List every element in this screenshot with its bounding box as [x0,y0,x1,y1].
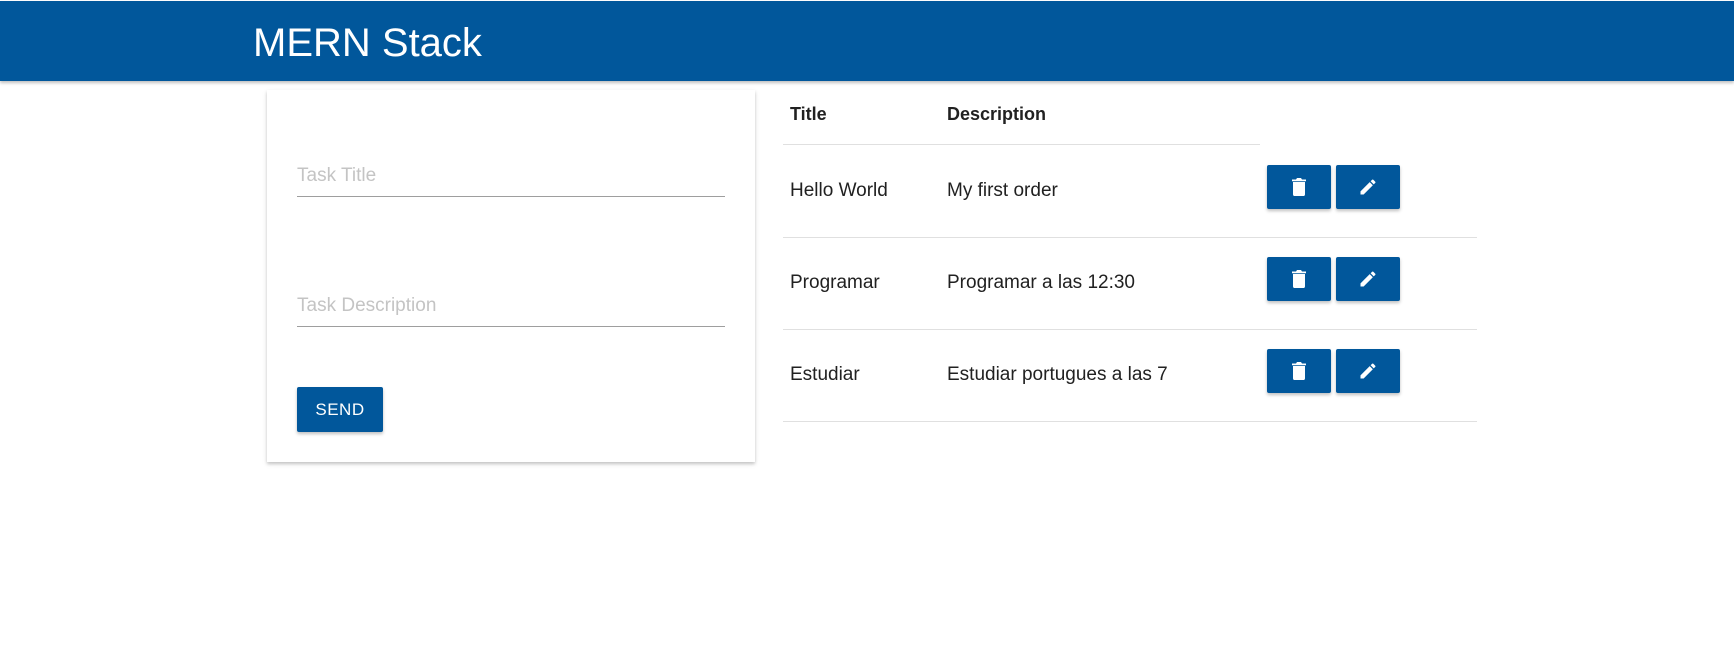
task-title-input[interactable] [297,156,725,197]
delete-task-button[interactable] [1267,257,1331,301]
pencil-icon [1360,271,1376,287]
task-title-cell: Estudiar [790,364,860,385]
column-header-description: Description [947,104,1047,124]
task-description-cell: Estudiar portugues a las 7 [947,364,1168,385]
trash-icon [1292,362,1306,380]
table-row: Hello World My first order [783,145,1477,238]
edit-task-button[interactable] [1336,257,1400,301]
task-title-cell: Programar [790,272,880,293]
task-description-input[interactable] [297,286,725,327]
trash-icon [1292,178,1306,196]
edit-task-button[interactable] [1336,349,1400,393]
column-header-title: Title [790,104,827,124]
brand-logo-text[interactable]: MERN Stack [253,19,482,67]
task-description-cell: Programar a las 12:30 [947,272,1135,293]
delete-task-button[interactable] [1267,349,1331,393]
task-form-card: SEND [267,90,755,462]
pencil-icon [1360,179,1376,195]
task-title-cell: Hello World [790,180,888,201]
table-row: Programar Programar a las 12:30 [783,237,1477,330]
edit-task-button[interactable] [1336,165,1400,209]
pencil-icon [1360,363,1376,379]
trash-icon [1292,270,1306,288]
send-button[interactable]: SEND [297,387,383,432]
table-row: Estudiar Estudiar portugues a las 7 [783,329,1477,422]
delete-task-button[interactable] [1267,165,1331,209]
task-description-cell: My first order [947,180,1058,201]
navbar: MERN Stack [0,1,1734,81]
